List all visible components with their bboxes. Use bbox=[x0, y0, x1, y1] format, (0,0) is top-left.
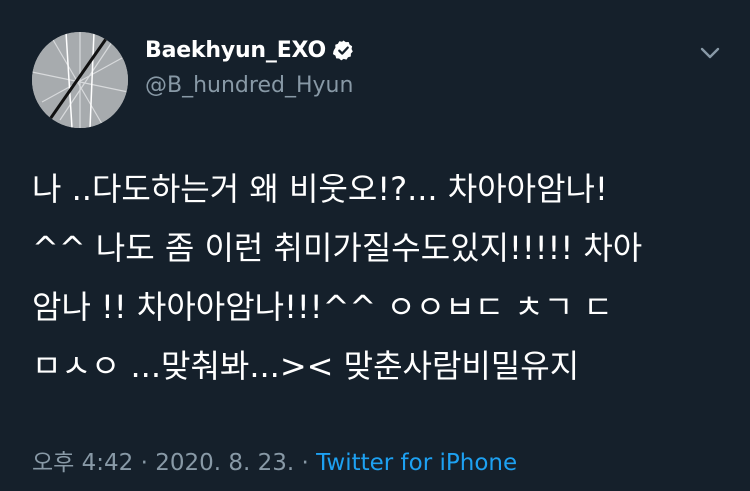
avatar-image bbox=[32, 32, 128, 128]
tweet-source-link[interactable]: Twitter for iPhone bbox=[316, 450, 517, 476]
meta-separator: · bbox=[294, 450, 317, 476]
verified-badge-icon bbox=[332, 40, 353, 61]
tweet-date[interactable]: 2020. 8. 23. bbox=[155, 450, 294, 476]
avatar[interactable] bbox=[32, 32, 128, 128]
user-handle[interactable]: @B_hundred_Hyun bbox=[145, 73, 353, 98]
tweet-text-line: ㅁㅅㅇ ...맞춰봐...>< 맞춘사람비밀유지 bbox=[32, 347, 580, 385]
tweet-text-line: ^^ 나도 좀 이런 취미가질수도있지!!!!! 차아 bbox=[32, 229, 643, 267]
meta-separator: · bbox=[133, 450, 156, 476]
tweet-time[interactable]: 오후 4:42 bbox=[32, 450, 133, 476]
user-name-row[interactable]: Baekhyun_EXO bbox=[145, 38, 355, 63]
display-name[interactable]: Baekhyun_EXO bbox=[145, 38, 326, 63]
tweet-text-line: 암나 !! 차아아암나!!!^^ ㅇㅇㅂㄷ ㅊㄱ ㄷ bbox=[32, 288, 613, 326]
chevron-down-icon[interactable] bbox=[697, 40, 723, 66]
tweet-meta: 오후 4:42 · 2020. 8. 23. · Twitter for iPh… bbox=[32, 443, 517, 477]
tweet-text-line: 나 ..다도하는거 왜 비웃오!?... 차아아암나! bbox=[32, 170, 608, 208]
tweet-text: 나 ..다도하는거 왜 비웃오!?... 차아아암나! ^^ 나도 좀 이런 취… bbox=[32, 160, 732, 396]
